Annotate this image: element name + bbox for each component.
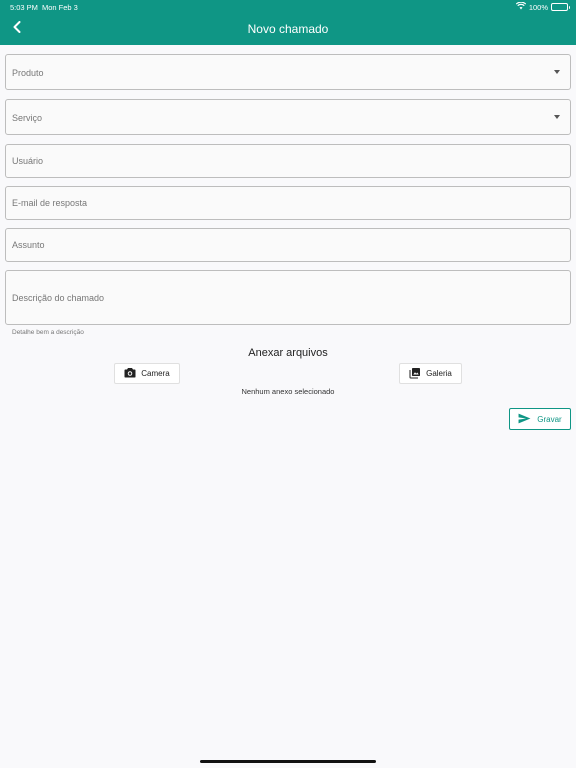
assunto-label: Assunto — [12, 240, 45, 250]
descricao-field[interactable]: Descrição do chamado — [5, 270, 571, 325]
gallery-button[interactable]: Galeria — [399, 363, 462, 384]
descricao-helper-text: Detalhe bem a descrição — [12, 329, 84, 336]
camera-button[interactable]: Camera — [114, 363, 180, 384]
usuario-label: Usuário — [12, 156, 44, 166]
email-field[interactable]: E-mail de resposta — [5, 186, 571, 220]
produto-label: Produto — [12, 68, 44, 78]
save-label: Gravar — [537, 414, 562, 424]
status-indicators: 100% — [515, 1, 570, 12]
send-icon — [518, 413, 531, 426]
app-bar: 5:03 PM Mon Feb 3 100% Novo chamado — [0, 0, 576, 45]
descricao-label: Descrição do chamado — [12, 293, 105, 303]
usuario-field[interactable]: Usuário — [5, 144, 571, 178]
email-label: E-mail de resposta — [12, 198, 88, 208]
battery-percent: 100% — [528, 2, 548, 12]
assunto-field[interactable]: Assunto — [5, 228, 571, 262]
servico-label: Serviço — [12, 113, 43, 123]
status-time: 5:03 PM — [10, 3, 38, 12]
dropdown-arrow-icon — [554, 70, 560, 74]
camera-icon — [124, 367, 136, 380]
gallery-label: Galeria — [426, 369, 452, 378]
camera-label: Camera — [141, 369, 170, 378]
wifi-icon — [515, 1, 526, 12]
save-button[interactable]: Gravar — [509, 408, 571, 430]
home-indicator[interactable] — [200, 760, 376, 763]
dropdown-arrow-icon — [554, 115, 560, 119]
page-title: Novo chamado — [247, 22, 329, 36]
battery-icon — [551, 3, 570, 11]
servico-select[interactable]: Serviço — [5, 99, 571, 135]
produto-select[interactable]: Produto — [5, 54, 571, 90]
photo-library-icon — [409, 367, 421, 381]
status-date: Mon Feb 3 — [42, 3, 78, 12]
attachments-title: Anexar arquivos — [248, 347, 328, 359]
no-attachments-message: Nenhum anexo selecionado — [241, 387, 335, 396]
